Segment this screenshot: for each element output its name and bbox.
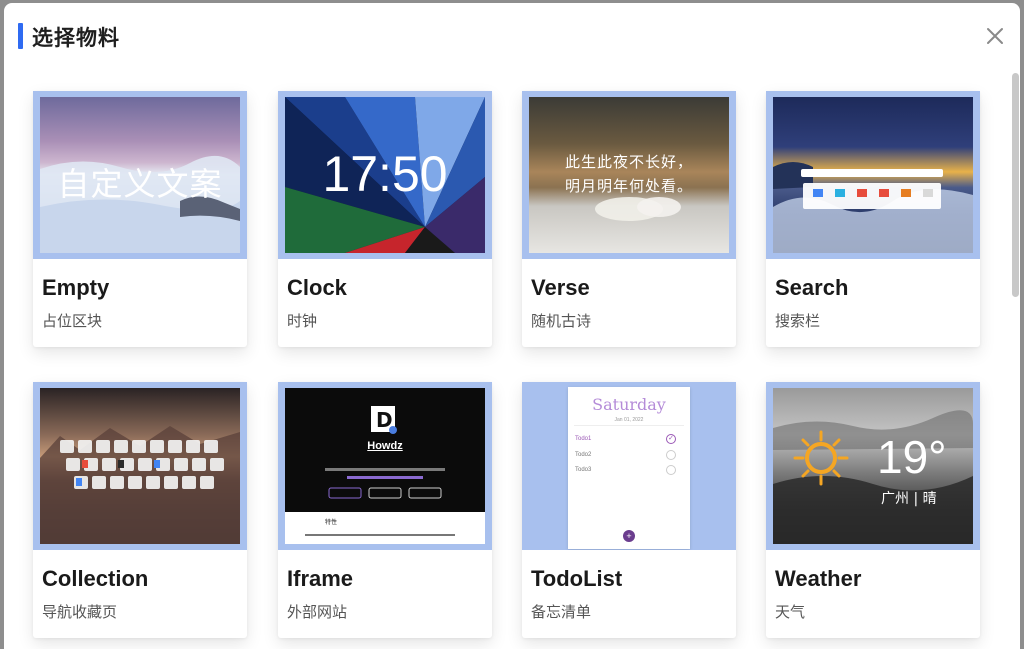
dialog-header: 选择物料 (4, 3, 1020, 67)
card-description: 搜索栏 (775, 312, 821, 330)
checkbox-icon (666, 465, 676, 475)
todolist-divider (574, 425, 684, 426)
material-card-collection[interactable]: Collection 导航收藏页 (33, 382, 247, 638)
material-card-verse[interactable]: 此生此夜不长好， 明月明年何处看。 Verse 随机古诗 (522, 91, 736, 347)
clock-preview-image: 17:50 (285, 97, 485, 253)
card-thumbnail: 自定义文案 (33, 91, 247, 259)
clock-preview-time: 17:50 (322, 146, 448, 202)
material-card-clock[interactable]: 17:50 Clock 时钟 (278, 91, 492, 347)
todolist-preview-panel: Saturday Jan 01, 2022 Todo1 ✓ Todo2 Todo… (568, 387, 690, 549)
iframe-preview-section: 特性 (325, 519, 338, 526)
material-card-search[interactable]: Search 搜索栏 (766, 91, 980, 347)
weather-preview-image: 19° 广州 | 晴 (773, 388, 973, 544)
verse-preview-image: 此生此夜不长好， 明月明年何处看。 (529, 97, 729, 253)
card-description: 时钟 (287, 312, 318, 330)
verse-preview-line-1: 此生此夜不长好， (564, 153, 693, 171)
card-thumbnail: Saturday Jan 01, 2022 Todo1 ✓ Todo2 Todo… (522, 382, 736, 550)
search-preview-image (773, 97, 973, 253)
iframe-preview-title: Howdz (367, 440, 403, 452)
card-name: Search (775, 275, 849, 300)
material-card-todolist[interactable]: Saturday Jan 01, 2022 Todo1 ✓ Todo2 Todo… (522, 382, 736, 638)
empty-preview-text: 自定义文案 (57, 165, 223, 203)
card-name: Clock (287, 275, 347, 300)
todolist-preview-day: Saturday (592, 395, 666, 414)
empty-preview-image: 自定义文案 (40, 97, 240, 253)
card-name: Weather (775, 566, 862, 591)
todo-item-3: Todo3 (575, 467, 592, 473)
weather-preview-temperature: 19° (877, 431, 947, 483)
checkbox-icon (666, 450, 676, 460)
check-icon: ✓ (666, 434, 676, 444)
dialog-title: 选择物料 (32, 26, 120, 50)
card-description: 占位区块 (42, 312, 103, 330)
card-description: 导航收藏页 (42, 603, 118, 621)
collection-preview-image (40, 388, 240, 544)
card-name: TodoList (531, 566, 623, 591)
card-description: 外部网站 (287, 603, 348, 621)
card-thumbnail (766, 91, 980, 259)
card-description: 备忘清单 (531, 603, 592, 621)
card-thumbnail: 19° 广州 | 晴 (766, 382, 980, 550)
card-name: Empty (42, 275, 110, 300)
iframe-preview-image: D Howdz 特性 (285, 388, 485, 544)
scrollbar-thumb[interactable] (1012, 73, 1019, 297)
todolist-preview-date: Jan 01, 2022 (614, 417, 644, 423)
close-icon (987, 28, 1003, 44)
weather-preview-city: 广州 | 晴 (881, 491, 937, 507)
material-picker-dialog: 选择物料 自定义文案 Empty 占位区块 17:50 Clock 时钟 此生此… (4, 3, 1020, 649)
card-description: 天气 (775, 603, 806, 621)
card-thumbnail: 17:50 (278, 91, 492, 259)
close-button[interactable] (982, 23, 1008, 49)
material-card-iframe[interactable]: D Howdz 特性 Iframe 外部网站 (278, 382, 492, 638)
add-icon: + (623, 530, 635, 542)
material-card-empty[interactable]: 自定义文案 Empty 占位区块 (33, 91, 247, 347)
card-thumbnail: 此生此夜不长好， 明月明年何处看。 (522, 91, 736, 259)
card-name: Verse (531, 275, 590, 300)
verse-preview-line-2: 明月明年何处看。 (564, 177, 693, 195)
todo-item-1: Todo1 (575, 436, 592, 442)
card-description: 随机古诗 (531, 312, 592, 330)
card-thumbnail (33, 382, 247, 550)
card-thumbnail: D Howdz 特性 (278, 382, 492, 550)
todo-item-2: Todo2 (575, 452, 592, 458)
scrollbar[interactable] (1011, 67, 1020, 649)
material-card-weather[interactable]: 19° 广州 | 晴 Weather 天气 (766, 382, 980, 638)
title-accent-bar (18, 23, 23, 49)
card-name: Collection (42, 566, 149, 591)
card-name: Iframe (287, 566, 354, 591)
